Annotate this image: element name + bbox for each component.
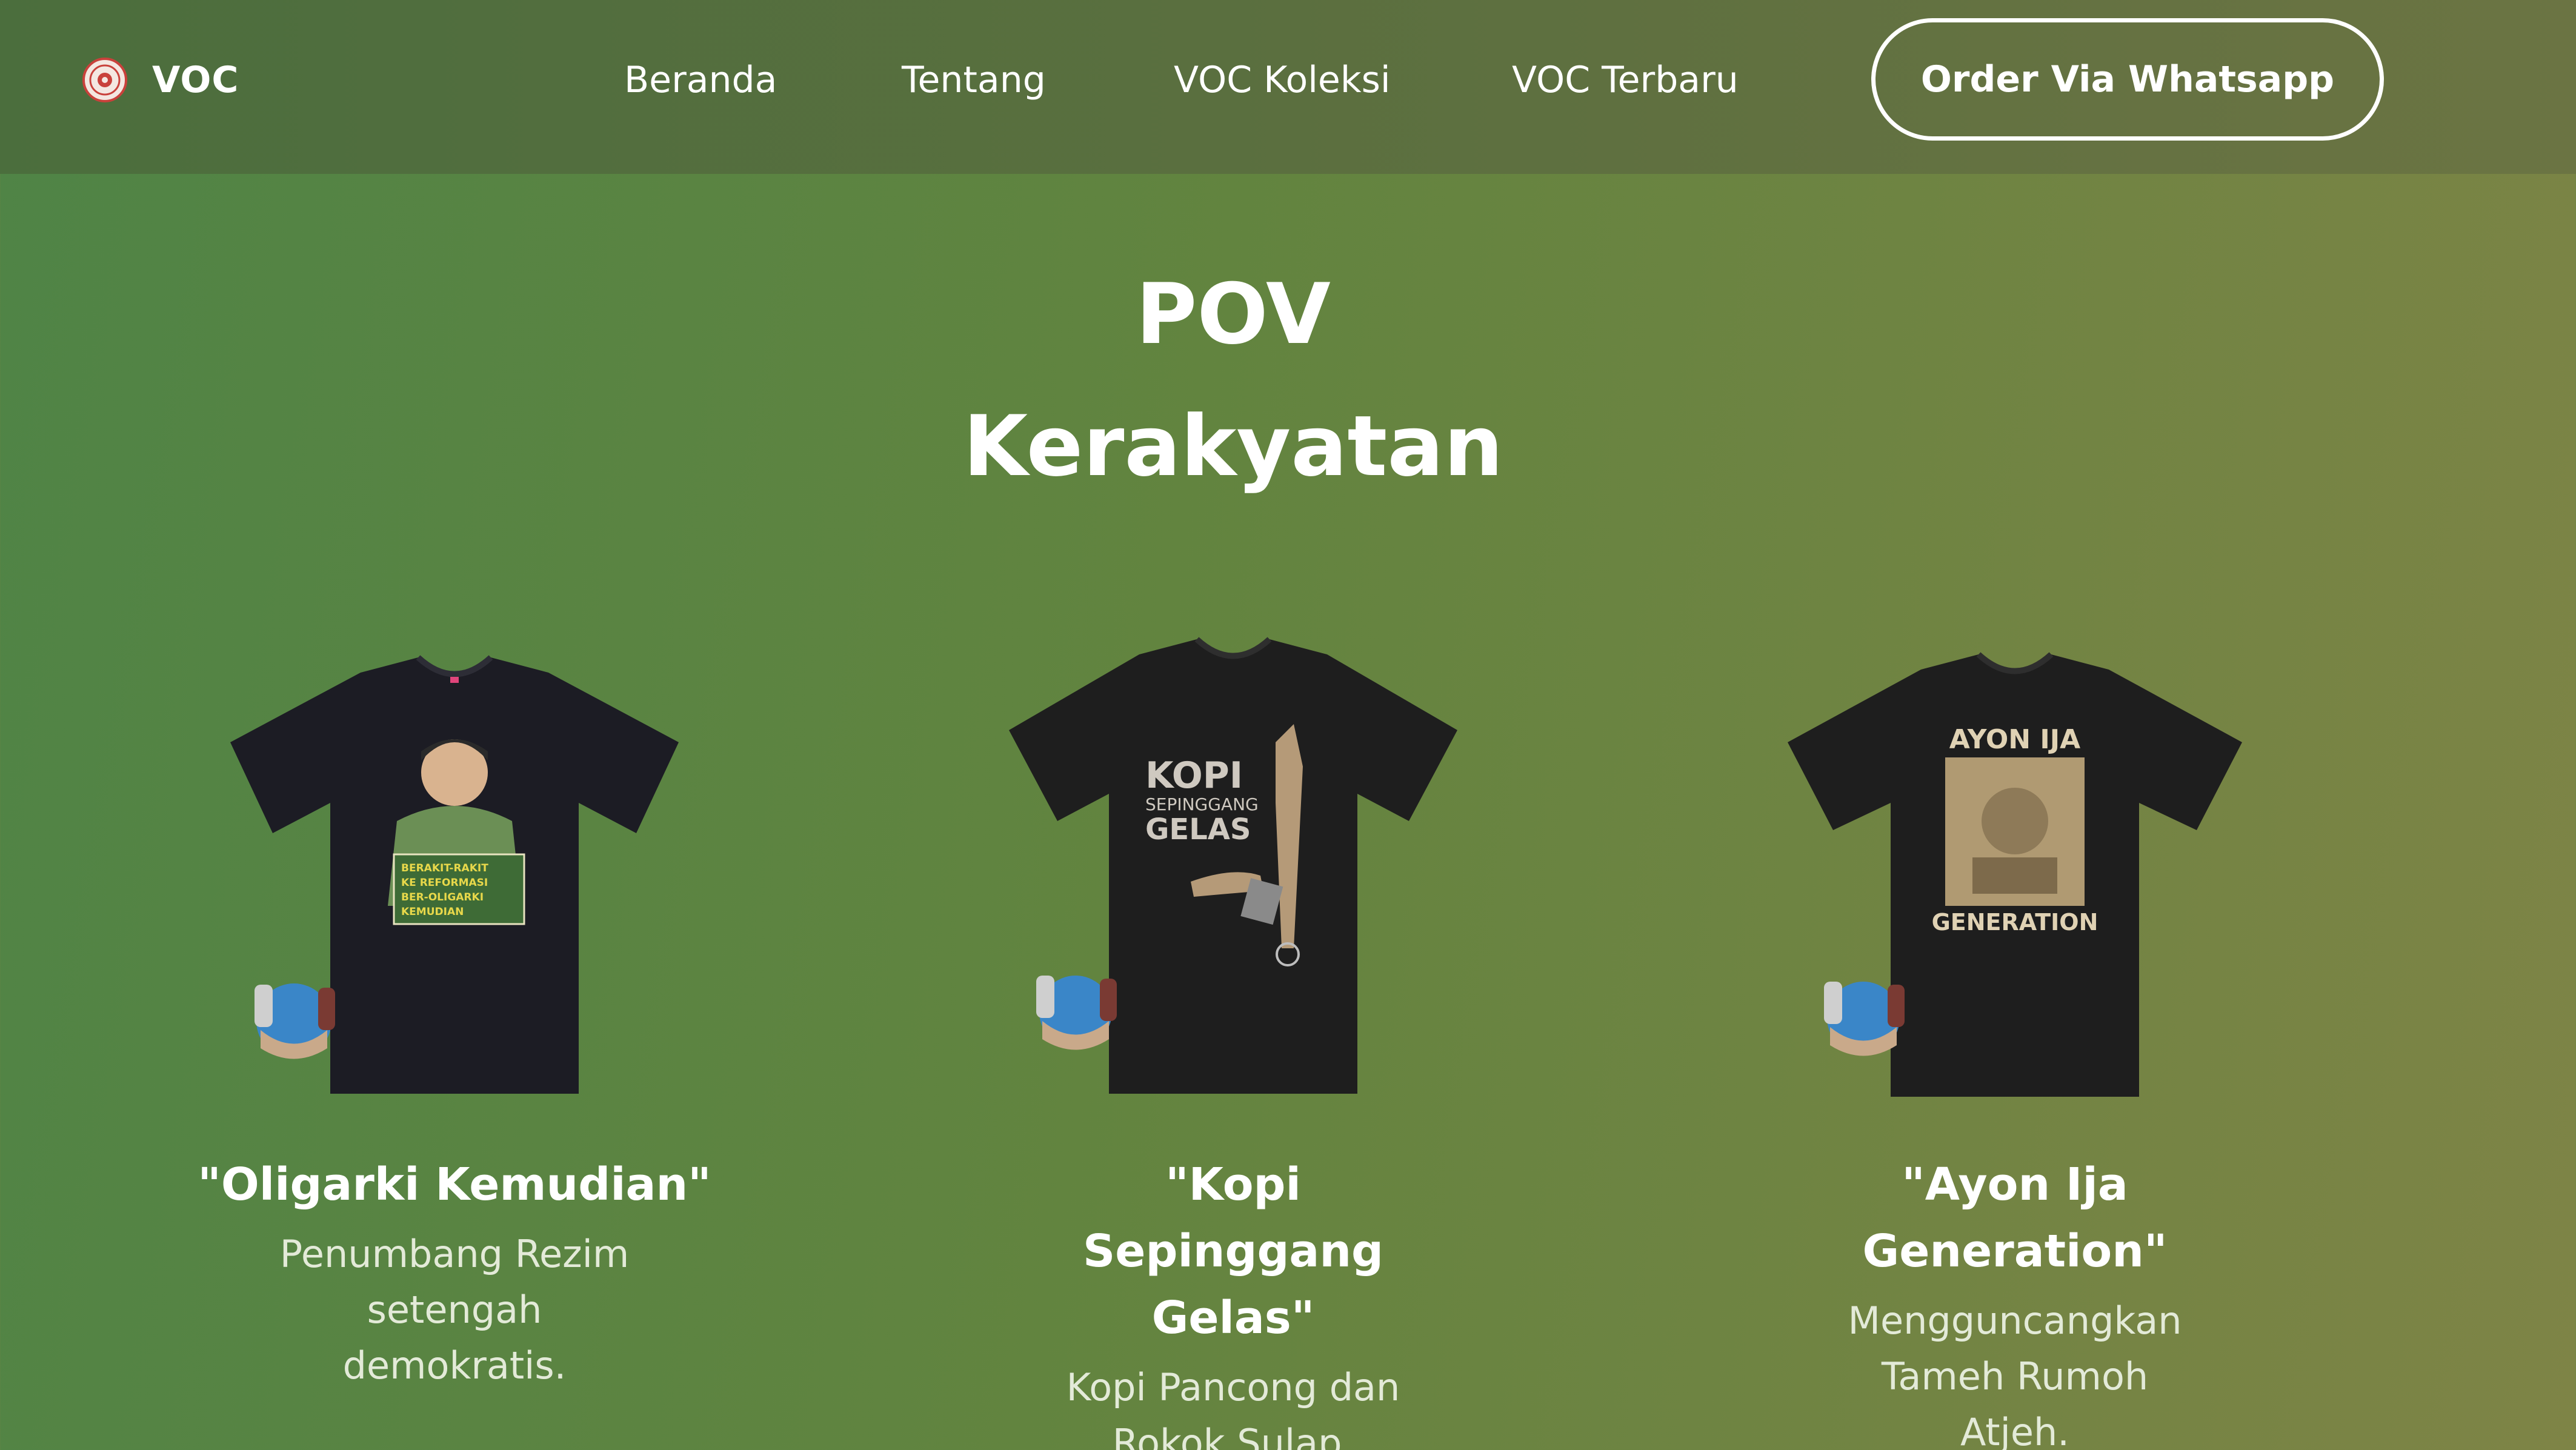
shirt-print-line: KEMUDIAN (401, 906, 464, 918)
nav-link-voc-koleksi[interactable]: VOC Koleksi (1174, 56, 1391, 104)
page-title: POV Kerakyatan (0, 248, 2466, 513)
shirt-print-line: SEPINGGANG (1145, 794, 1259, 814)
product-card[interactable]: BERAKIT-RAKIT KE REFORMASI BER-OLIGARKI … (151, 621, 757, 1394)
product-description: Kopi Pancong dan Rokok Sulap. (1066, 1365, 1400, 1450)
product-title: "Oligarki Kemudian" (198, 1159, 711, 1211)
globe-badge-icon (1036, 976, 1117, 1050)
nav-link-beranda[interactable]: Beranda (624, 56, 777, 104)
shirt-print-line: AYON IJA (1949, 724, 2080, 755)
order-whatsapp-button[interactable]: Order Via Whatsapp (1871, 18, 2384, 141)
page-title-line-1: POV (1136, 265, 1331, 363)
globe-badge-icon (1824, 982, 1905, 1056)
product-description: Mengguncangkan Tameh Rumoh Atjeh. (1848, 1299, 2182, 1450)
shirt-print-line: BERAKIT-RAKIT (401, 862, 488, 874)
nav-link-tentang[interactable]: Tentang (902, 56, 1046, 104)
shirt-print-line: GENERATION (1932, 909, 2098, 936)
shirt-print-line: GELAS (1145, 813, 1251, 846)
product-title: "Ayon Ija Generation" (1862, 1159, 2168, 1277)
shirt-print-line: KOPI (1145, 754, 1243, 797)
product-title: "Kopi Sepinggang Gelas" (1082, 1159, 1384, 1344)
tshirt-product-image: BERAKIT-RAKIT KE REFORMASI BER-OLIGARKI … (230, 655, 679, 1094)
product-card[interactable]: AYON IJA GENERATION "Ayon Ija Generation… (1712, 621, 2318, 1450)
product-card[interactable]: KOPI SEPINGGANG GELAS "Kopi Sepinggang G… (930, 621, 1536, 1450)
shirt-print-line: KE REFORMASI (401, 877, 488, 889)
tshirt-product-image: AYON IJA GENERATION (1788, 652, 2242, 1097)
brand-name: VOC (152, 59, 239, 101)
nav-link-voc-terbaru[interactable]: VOC Terbaru (1512, 56, 1739, 104)
brand[interactable]: VOC (82, 56, 239, 104)
tshirt-product-image: KOPI SEPINGGANG GELAS (1009, 637, 1457, 1094)
product-description: Penumbang Rezim setengah demokratis. (279, 1232, 630, 1388)
shirt-print-line: BER-OLIGARKI (401, 891, 484, 903)
seal-logo-icon (82, 58, 127, 102)
page-title-line-2: Kerakyatan (963, 397, 1503, 495)
navbar: VOC Beranda Tentang VOC Koleksi VOC Terb… (0, 0, 2576, 174)
globe-badge-icon (255, 983, 335, 1059)
